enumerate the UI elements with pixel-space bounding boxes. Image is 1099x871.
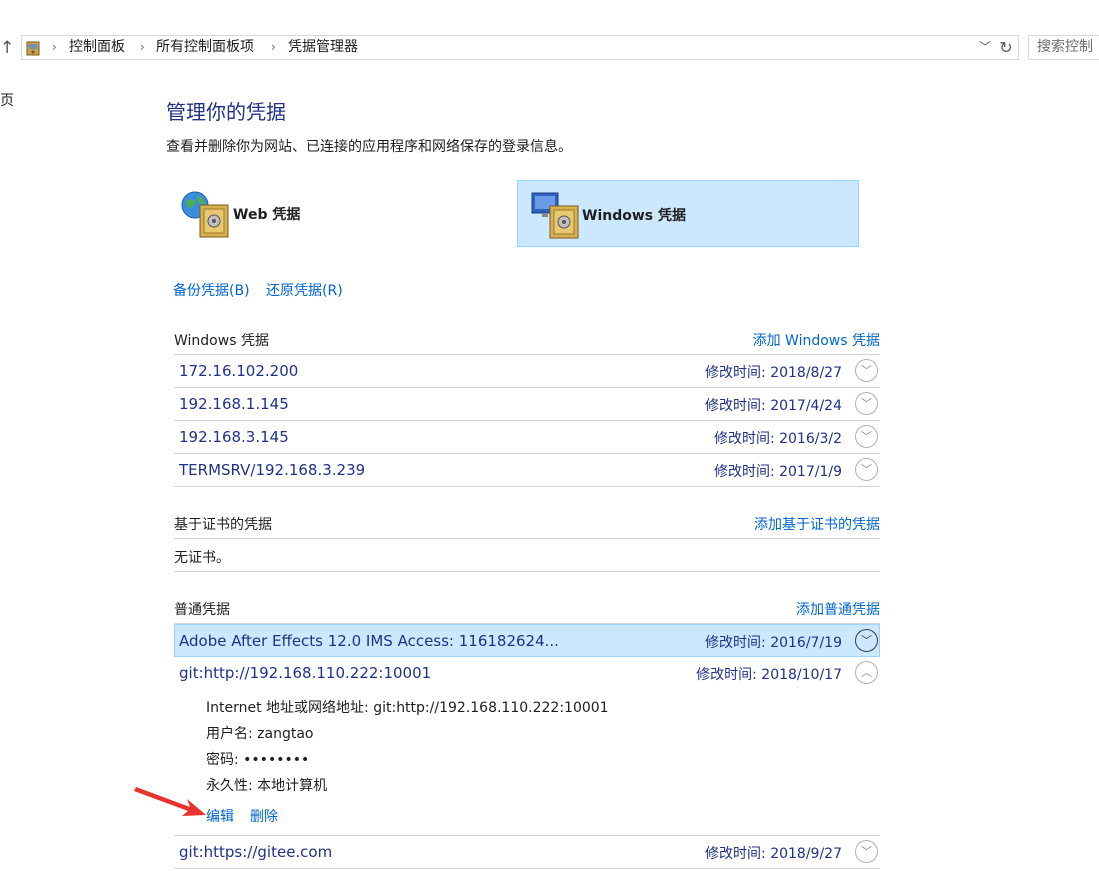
generic-section-title: 普通凭据 bbox=[174, 602, 230, 618]
restore-credentials-link[interactable]: 还原凭据(R) bbox=[266, 280, 343, 300]
credential-username: 用户名: zangtao bbox=[206, 726, 314, 742]
divider bbox=[174, 571, 880, 572]
credential-modified: 修改时间: 2017/1/9 bbox=[713, 464, 842, 480]
windows-vault-icon bbox=[531, 192, 579, 239]
credential-modified: 修改时间: 2018/10/17 bbox=[696, 667, 842, 683]
page-title: 管理你的凭据 bbox=[166, 100, 286, 124]
divider bbox=[174, 486, 880, 487]
edit-credential-link[interactable]: 编辑 bbox=[206, 806, 234, 826]
credential-modified: 修改时间: 2016/7/19 bbox=[705, 635, 842, 651]
credential-name: 172.16.102.200 bbox=[179, 362, 299, 380]
expand-chevron-icon[interactable]: ﹀ bbox=[855, 392, 878, 415]
web-vault-icon bbox=[181, 191, 229, 238]
expand-chevron-icon[interactable]: ﹀ bbox=[855, 458, 878, 481]
credential-row-expanded[interactable]: git:http://192.168.110.222:10001 修改时间: 2… bbox=[174, 657, 880, 689]
web-credentials-tile[interactable]: Web 凭据 bbox=[176, 180, 518, 247]
credential-name: TERMSRV/192.168.3.239 bbox=[179, 461, 366, 479]
credential-row[interactable]: 192.168.3.145 修改时间: 2016/3/2 ﹀ bbox=[174, 421, 880, 453]
backup-credentials-link[interactable]: 备份凭据(B) bbox=[173, 280, 250, 300]
credential-persistence: 永久性: 本地计算机 bbox=[206, 778, 328, 794]
sidebar-fragment[interactable]: 页 bbox=[0, 90, 14, 110]
add-cert-credential-link[interactable]: 添加基于证书的凭据 bbox=[754, 514, 880, 534]
search-input[interactable]: 搜索控制 bbox=[1028, 35, 1099, 60]
windows-credentials-tile[interactable]: Windows 凭据 bbox=[517, 180, 859, 247]
breadcrumb-all-items[interactable]: 所有控制面板项 bbox=[156, 36, 254, 59]
credential-row[interactable]: 192.168.1.145 修改时间: 2017/4/24 ﹀ bbox=[174, 388, 880, 420]
breadcrumb-control-panel[interactable]: 控制面板 bbox=[69, 36, 125, 59]
credential-modified: 修改时间: 2018/8/27 bbox=[705, 365, 842, 381]
annotation-arrow-icon bbox=[134, 787, 206, 816]
up-arrow-icon[interactable]: ↑ bbox=[0, 36, 14, 60]
web-credentials-label: Web 凭据 bbox=[233, 207, 301, 223]
credential-name: Adobe After Effects 12.0 IMS Access: 116… bbox=[179, 632, 559, 650]
credential-row[interactable]: TERMSRV/192.168.3.239 修改时间: 2017/1/9 ﹀ bbox=[174, 454, 880, 486]
page-description: 查看并删除你为网站、已连接的应用程序和网络保存的登录信息。 bbox=[166, 139, 572, 155]
no-certificates-text: 无证书。 bbox=[174, 550, 230, 566]
windows-credentials-label: Windows 凭据 bbox=[582, 208, 686, 224]
chevron-right-icon: › bbox=[140, 40, 145, 54]
windows-section-title: Windows 凭据 bbox=[174, 333, 269, 349]
add-windows-credential-link[interactable]: 添加 Windows 凭据 bbox=[753, 330, 880, 350]
credential-row[interactable]: 172.16.102.200 修改时间: 2018/8/27 ﹀ bbox=[174, 355, 880, 387]
address-bar[interactable]: › 控制面板 › 所有控制面板项 › 凭据管理器 ﹀ bbox=[21, 35, 1019, 60]
credential-address: Internet 地址或网络地址: git:http://192.168.110… bbox=[206, 700, 609, 716]
credential-name: git:http://192.168.110.222:10001 bbox=[179, 664, 432, 682]
credential-modified: 修改时间: 2017/4/24 bbox=[705, 398, 842, 414]
chevron-down-icon[interactable]: ﹀ bbox=[976, 36, 994, 59]
expand-chevron-icon[interactable]: ﹀ bbox=[855, 425, 878, 448]
credential-row[interactable]: git:https://gitee.com 修改时间: 2018/9/27 ﹀ bbox=[174, 836, 880, 868]
divider bbox=[174, 868, 880, 869]
credential-name: 192.168.1.145 bbox=[179, 395, 289, 413]
credential-name: git:https://gitee.com bbox=[179, 843, 333, 861]
control-panel-icon bbox=[26, 41, 40, 56]
credential-modified: 修改时间: 2016/3/2 bbox=[713, 431, 842, 447]
chevron-right-icon: › bbox=[271, 40, 276, 54]
delete-credential-link[interactable]: 删除 bbox=[250, 806, 278, 826]
chevron-right-icon: › bbox=[52, 40, 57, 54]
expand-chevron-icon[interactable]: ﹀ bbox=[855, 629, 878, 652]
collapse-chevron-icon[interactable]: ︿ bbox=[855, 661, 878, 684]
add-generic-credential-link[interactable]: 添加普通凭据 bbox=[796, 599, 880, 619]
credential-name: 192.168.3.145 bbox=[179, 428, 289, 446]
credential-row-selected[interactable]: Adobe After Effects 12.0 IMS Access: 116… bbox=[174, 624, 880, 657]
divider bbox=[174, 538, 880, 539]
credential-password: 密码: •••••••• bbox=[206, 752, 310, 768]
cert-section-title: 基于证书的凭据 bbox=[174, 517, 272, 533]
refresh-icon[interactable]: ↻ bbox=[996, 36, 1016, 60]
credential-modified: 修改时间: 2018/9/27 bbox=[705, 846, 842, 862]
expand-chevron-icon[interactable]: ﹀ bbox=[855, 359, 878, 382]
expand-chevron-icon[interactable]: ﹀ bbox=[855, 840, 878, 863]
breadcrumb-credential-manager[interactable]: 凭据管理器 bbox=[288, 36, 358, 59]
